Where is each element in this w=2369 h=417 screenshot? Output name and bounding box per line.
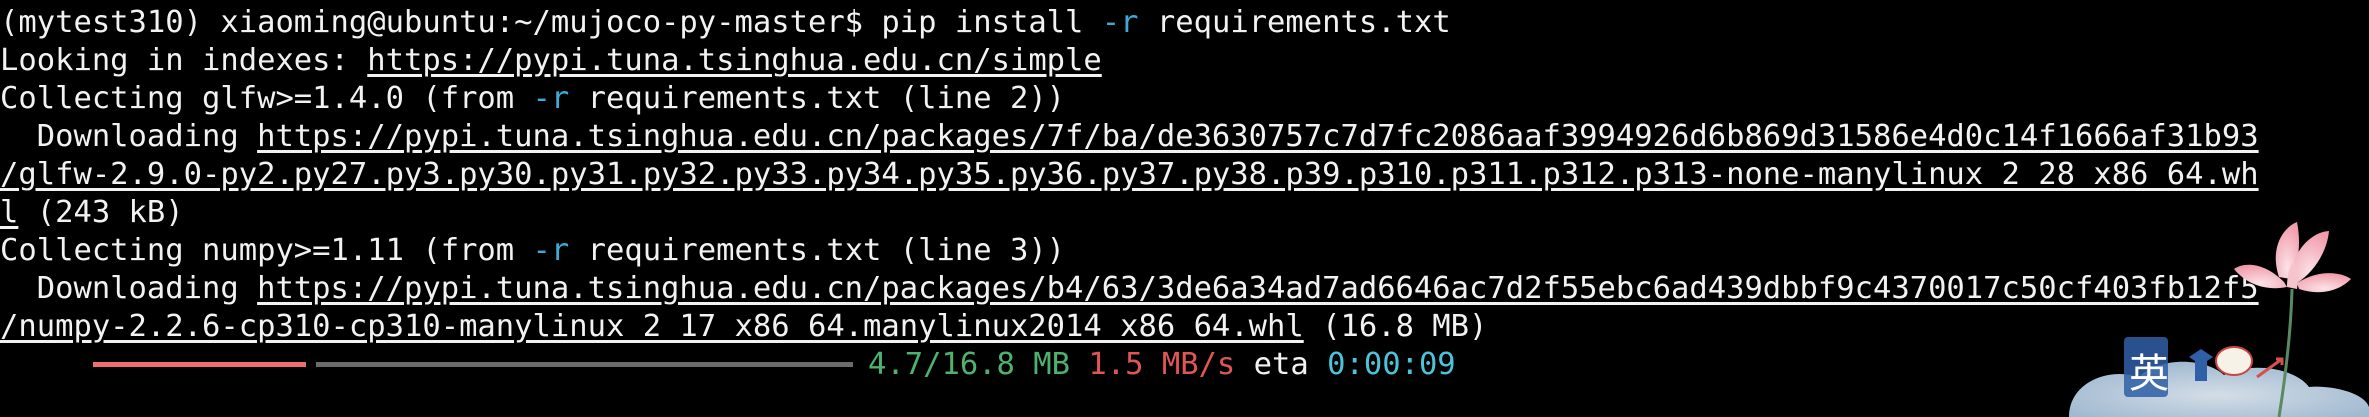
command-text: pip install bbox=[881, 5, 1102, 40]
numpy-collect-flag: -r bbox=[532, 233, 570, 268]
downloading-numpy-line: Downloading https://pypi.tuna.tsinghua.e… bbox=[0, 270, 2259, 308]
download-stats: 4.7/16.8 MB 1.5 MB/s eta 0:00:09 bbox=[868, 346, 1456, 384]
numpy-collect-pre: Collecting numpy>=1.11 (from bbox=[0, 233, 533, 268]
numpy-download-pre: Downloading bbox=[0, 271, 258, 306]
lotus-decoration-icon: 英 bbox=[2069, 222, 2369, 417]
command-args: requirements.txt bbox=[1138, 5, 1451, 40]
glfw-size: (243 kB) bbox=[18, 195, 184, 230]
progress-bar-completed bbox=[93, 362, 306, 367]
downloading-glfw-line: Downloading https://pypi.tuna.tsinghua.e… bbox=[0, 118, 2259, 156]
glfw-url-link-part2[interactable]: /glfw-2.9.0-py2.py27.py3.py30.py31.py32.… bbox=[0, 157, 2259, 192]
download-speed: 1.5 MB/s bbox=[1088, 347, 1236, 382]
glfw-collect-pre: Collecting glfw>=1.4.0 (from bbox=[0, 81, 533, 116]
progress-bar-remaining bbox=[315, 362, 853, 367]
numpy-size: (16.8 MB) bbox=[1303, 309, 1488, 344]
eta-value: 0:00:09 bbox=[1327, 347, 1456, 382]
collecting-glfw-line: Collecting glfw>=1.4.0 (from -r requirem… bbox=[0, 80, 1065, 118]
command-flag: -r bbox=[1101, 5, 1139, 40]
glfw-collect-post: requirements.txt (line 2)) bbox=[569, 81, 1066, 116]
glfw-url-link-part1[interactable]: https://pypi.tuna.tsinghua.edu.cn/packag… bbox=[257, 119, 2259, 154]
glfw-url-end-line: l (243 kB) bbox=[0, 194, 184, 232]
downloaded-size: 4.7/16.8 MB bbox=[868, 347, 1070, 382]
glfw-download-pre: Downloading bbox=[0, 119, 258, 154]
index-label: Looking in indexes: bbox=[0, 43, 368, 78]
glfw-collect-flag: -r bbox=[532, 81, 570, 116]
numpy-url-continuation-line: /numpy-2.2.6-cp310-cp310-manylinux_2_17_… bbox=[0, 308, 1487, 346]
index-url-link[interactable]: https://pypi.tuna.tsinghua.edu.cn/simple bbox=[367, 43, 1102, 78]
index-line: Looking in indexes: https://pypi.tuna.ts… bbox=[0, 42, 1102, 80]
user-host-path: xiaoming@ubuntu:~/mujoco-py-master$ bbox=[220, 5, 882, 40]
numpy-collect-post: requirements.txt (line 3)) bbox=[569, 233, 1066, 268]
command-prompt-line: (mytest310) xiaoming@ubuntu:~/mujoco-py-… bbox=[0, 4, 1451, 42]
glfw-url-link-part3[interactable]: l bbox=[0, 195, 18, 230]
download-progress-bar bbox=[93, 362, 853, 367]
eta-label: eta bbox=[1253, 347, 1309, 382]
collecting-numpy-line: Collecting numpy>=1.11 (from -r requirem… bbox=[0, 232, 1065, 270]
numpy-url-link-part2[interactable]: /numpy-2.2.6-cp310-cp310-manylinux_2_17_… bbox=[0, 309, 1304, 344]
terminal-window[interactable]: (mytest310) xiaoming@ubuntu:~/mujoco-py-… bbox=[0, 0, 2369, 417]
decor-badge-text: 英 bbox=[2129, 351, 2169, 397]
conda-env: (mytest310) bbox=[0, 5, 221, 40]
numpy-url-link-part1[interactable]: https://pypi.tuna.tsinghua.edu.cn/packag… bbox=[257, 271, 2259, 306]
glfw-url-continuation-line: /glfw-2.9.0-py2.py27.py3.py30.py31.py32.… bbox=[0, 156, 2259, 194]
